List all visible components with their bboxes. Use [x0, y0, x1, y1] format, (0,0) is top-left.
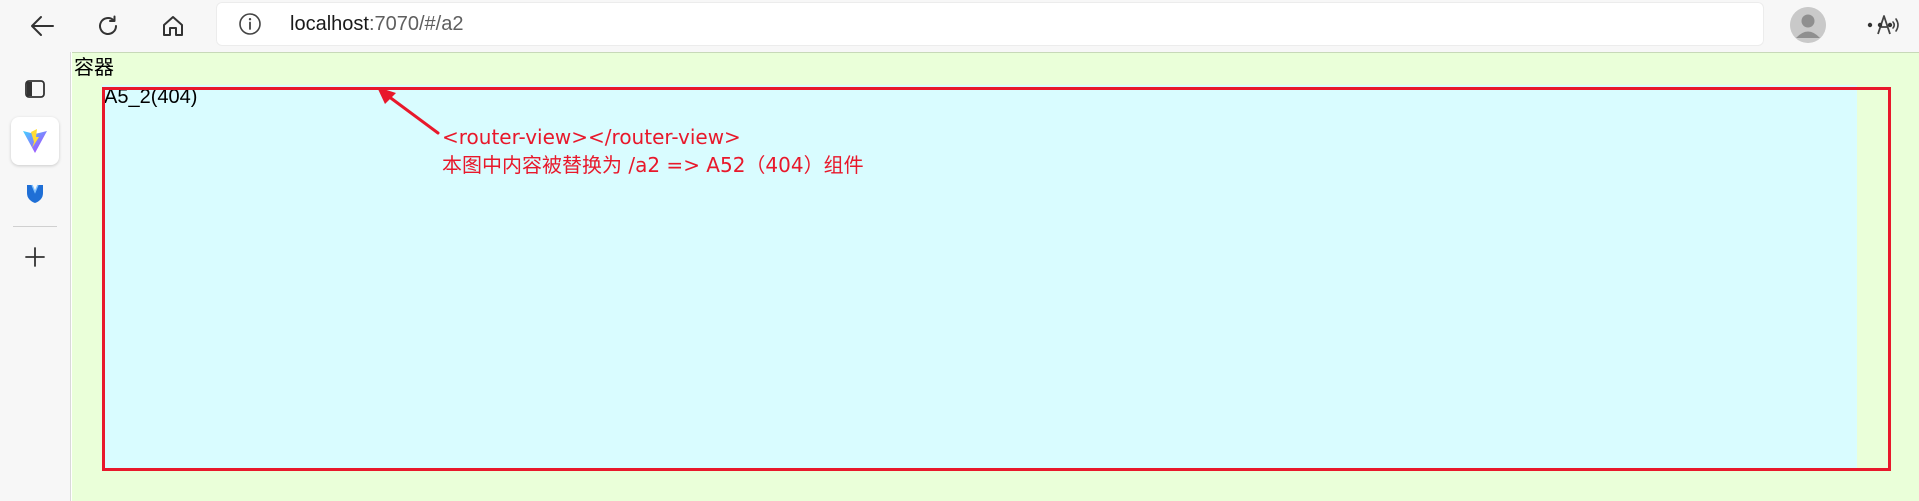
- sidebar-divider: [13, 226, 57, 227]
- page-content: 容器 A5_2(404) <router-view></router-view>…: [72, 52, 1919, 501]
- vertical-sidebar: [0, 52, 71, 501]
- address-bar[interactable]: localhost:7070/#/a2: [216, 2, 1899, 46]
- router-view-area: A5_2(404): [102, 85, 1857, 470]
- refresh-icon: [99, 15, 117, 35]
- arrow-left-icon: [31, 16, 54, 36]
- vite-logo-icon[interactable]: [11, 117, 59, 165]
- extension-shield-icon[interactable]: [11, 169, 59, 217]
- component-title: A5_2(404): [104, 86, 198, 108]
- more-dots-icon[interactable]: [1858, 8, 1902, 42]
- tab-actions-icon[interactable]: [11, 65, 59, 113]
- back-button[interactable]: [20, 4, 64, 48]
- home-icon: [163, 16, 183, 36]
- avatar-icon[interactable]: [1790, 7, 1826, 43]
- annotation-line-2: 本图中内容被替换为 /a2 => A52（404）组件: [442, 153, 864, 177]
- annotation-text: <router-view></router-view> 本图中内容被替换为 /a…: [442, 123, 864, 179]
- url-text[interactable]: localhost:7070/#/a2: [290, 12, 463, 36]
- refresh-button[interactable]: [86, 4, 130, 48]
- container-label: 容器: [74, 55, 114, 79]
- info-icon[interactable]: [238, 12, 262, 36]
- url-host: localhost: [290, 13, 369, 35]
- annotation-arrow-icon: [377, 87, 440, 135]
- plus-icon[interactable]: [11, 233, 59, 281]
- annotation-line-1: <router-view></router-view>: [442, 125, 741, 149]
- browser-toolbar: localhost:7070/#/a2: [0, 0, 1919, 52]
- home-button[interactable]: [151, 4, 195, 48]
- url-path: :7070/#/a2: [368, 13, 464, 35]
